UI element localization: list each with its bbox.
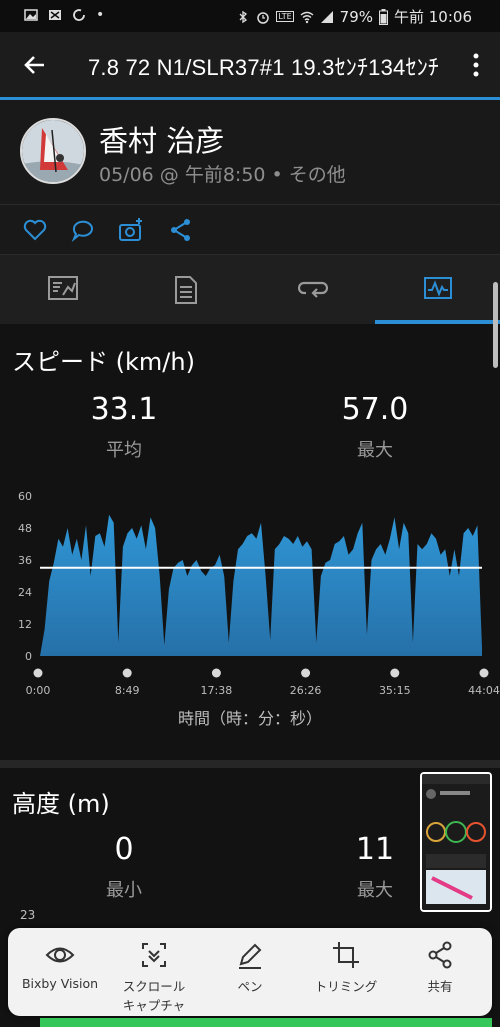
time-axis-title: 時間（時：分：秒）: [177, 709, 322, 728]
y-tick-label: 24: [18, 586, 32, 599]
share-icon[interactable]: [168, 217, 194, 243]
altitude-min-value: 0: [114, 832, 134, 867]
x-tick-label: 44:04: [468, 684, 500, 697]
speed-series-area: [40, 514, 482, 656]
windsurf-photo: [22, 120, 84, 182]
bixby-vision-label: Bixby Vision: [21, 976, 99, 991]
x-tick-dot: [479, 668, 489, 678]
comment-icon[interactable]: [70, 217, 96, 243]
share-icon: [428, 941, 452, 969]
x-tick-dot: [301, 668, 311, 678]
clock: 午前 10:06: [394, 8, 472, 26]
preview-image: [422, 774, 490, 910]
altitude-title: 高度 (m): [12, 790, 110, 818]
scroll-capture-button[interactable]: スクロール キャプチャ: [106, 940, 202, 1014]
y-tick-label: 12: [18, 618, 32, 631]
athlete-name: 香村 治彦: [99, 124, 225, 158]
x-tick-label: 8:49: [115, 684, 140, 697]
activity-meta: 05/06 @ 午前8:50 • その他: [99, 164, 346, 186]
speed-max-value: 57.0: [341, 392, 409, 427]
pen-label: ペン: [237, 979, 263, 994]
screenshot-preview-thumbnail[interactable]: [420, 772, 492, 912]
tab-charts[interactable]: [375, 255, 500, 325]
heart-icon[interactable]: [22, 217, 48, 243]
x-tick-label: 0:00: [26, 684, 51, 697]
x-tick-dot: [390, 668, 400, 678]
y-tick-label: 0: [25, 650, 32, 663]
pen-icon: [239, 943, 262, 969]
avatar[interactable]: [20, 118, 86, 184]
scrollbar[interactable]: [493, 282, 498, 368]
speed-average-value: 33.1: [90, 392, 158, 427]
action-row: [0, 204, 500, 254]
pen-button[interactable]: ペン: [202, 940, 298, 995]
back-arrow-icon[interactable]: [20, 50, 50, 80]
speed-chart: 60 48 36 24 12 0 0:00 8:49 17:38 26:26 35:15 44:04: [18, 490, 500, 697]
scroll-capture-label: スクロール キャプチャ: [122, 979, 186, 1013]
x-tick-dot: [33, 668, 43, 678]
more-options-icon[interactable]: [470, 52, 482, 78]
x-tick-label: 26:26: [290, 684, 322, 697]
activity-title: 7.8 72 N1/SLR37#1 19.3ｾﾝﾁ134ｾﾝﾁ: [88, 55, 440, 80]
altitude-chart-fill: [40, 1018, 492, 1027]
speed-title: スピード (km/h): [12, 348, 195, 376]
eye-icon: [45, 947, 75, 963]
active-tab-indicator: [375, 320, 500, 324]
lte-badge: LTE: [276, 11, 294, 22]
details-icon: [175, 276, 197, 304]
speed-average-label: 平均: [106, 440, 142, 461]
view-tabs: [0, 254, 500, 324]
crop-label: トリミング: [314, 979, 378, 994]
x-tick-dot: [211, 668, 221, 678]
altitude-y-tick-top: 23: [20, 908, 36, 922]
x-tick-label: 17:38: [201, 684, 233, 697]
x-tick-label: 35:15: [379, 684, 411, 697]
share-label: 共有: [427, 979, 453, 994]
sync-icon: [73, 9, 85, 21]
battery-icon: [379, 8, 388, 25]
altitude-min-label: 最小: [106, 880, 142, 901]
status-bar: • LTE 79% 午前 10:06: [0, 0, 500, 32]
profile-header: 香村 治彦 05/06 @ 午前8:50 • その他: [0, 100, 500, 204]
y-tick-label: 60: [18, 490, 32, 503]
y-tick-label: 48: [18, 522, 32, 535]
tab-laps[interactable]: [250, 255, 375, 325]
alarm-icon: [257, 11, 270, 24]
crop-button[interactable]: トリミング: [298, 940, 394, 995]
crop-icon: [333, 942, 359, 968]
laps-icon: [298, 281, 328, 298]
screenshot-toolbar: Bixby Vision スクロール キャプチャ ペン トリミング 共有: [8, 928, 492, 1016]
wifi-icon: [300, 11, 314, 23]
dots-icon: •: [96, 7, 105, 23]
blocked-image-icon: [49, 10, 61, 20]
chart-icon: [424, 277, 452, 299]
tab-details[interactable]: [125, 255, 250, 325]
battery-percent: 79%: [339, 7, 373, 26]
camera-add-icon[interactable]: [118, 217, 144, 243]
x-tick-dot: [122, 668, 132, 678]
tab-summary[interactable]: [0, 255, 125, 325]
share-button[interactable]: 共有: [392, 940, 488, 995]
app-bar: 7.8 72 N1/SLR37#1 19.3ｾﾝﾁ134ｾﾝﾁ: [0, 32, 500, 98]
image-icon: [24, 9, 38, 21]
signal-icon: [320, 10, 333, 23]
bluetooth-icon: [239, 10, 248, 23]
section-divider: [0, 760, 500, 768]
bixby-vision-button[interactable]: Bixby Vision: [12, 940, 108, 991]
y-tick-label: 36: [18, 554, 32, 567]
summary-icon: [48, 276, 78, 300]
speed-max-label: 最大: [357, 440, 393, 461]
scroll-capture-icon: [142, 943, 166, 967]
